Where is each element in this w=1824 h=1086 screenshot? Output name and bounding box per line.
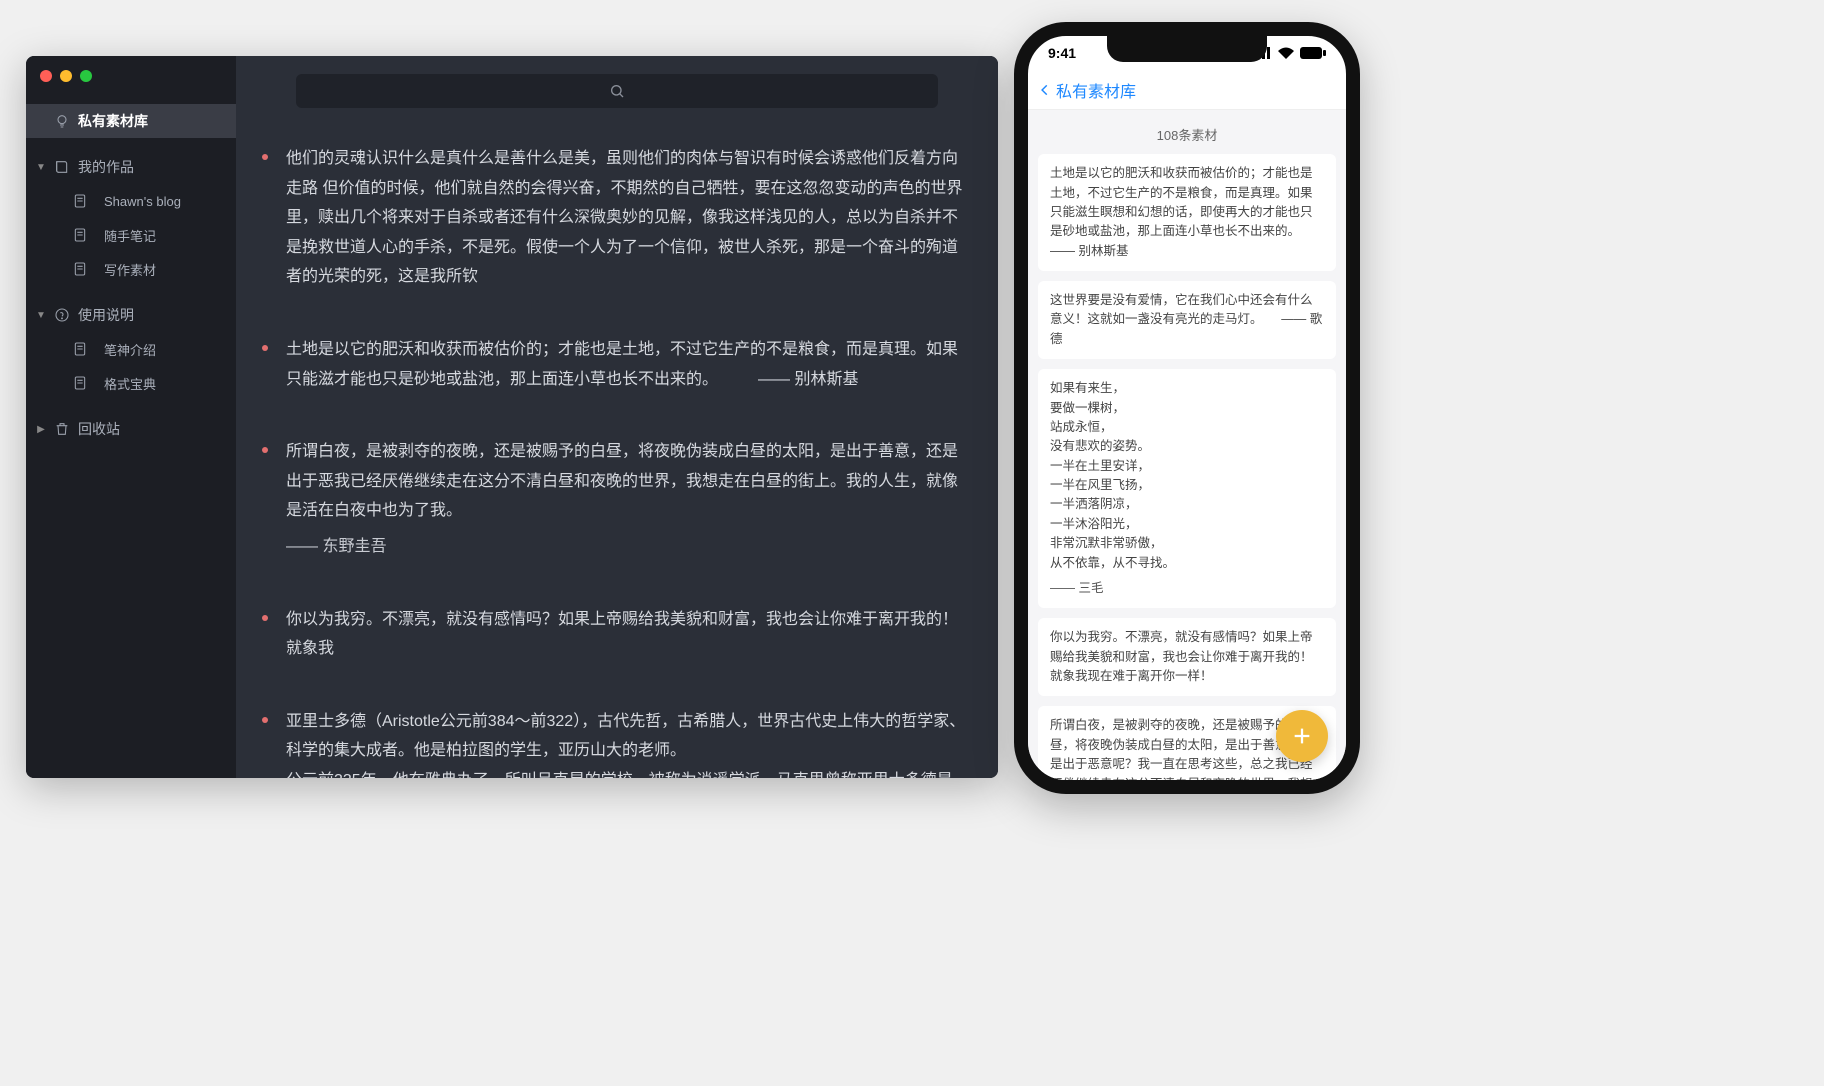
- poem-line: 如果有来生，: [1050, 379, 1324, 398]
- maximize-window-button[interactable]: [80, 70, 92, 82]
- poem-line: 没有悲欢的姿势。: [1050, 437, 1324, 456]
- phone-card-source: —— 三毛: [1050, 579, 1324, 598]
- sidebar: 私有素材库 ▼ 我的作品 Shawn's blog 随手笔记: [26, 56, 236, 778]
- main-content: 他们的灵魂认识什么是真什么是善什么是美，虽则他们的肉体与智识有时候会诱惑他们反着…: [236, 56, 998, 778]
- poem-line: 一半沐浴阳光，: [1050, 515, 1324, 534]
- note-text: 你以为我穷。不漂亮，就没有感情吗？如果上帝赐给我美貌和财富，我也会让你难于离开我…: [286, 605, 968, 664]
- phone-card[interactable]: 你以为我穷。不漂亮，就没有感情吗？如果上帝赐给我美貌和财富，我也会让你难于离开我…: [1038, 618, 1336, 696]
- note-card[interactable]: 他们的灵魂认识什么是真什么是善什么是美，虽则他们的肉体与智识有时候会诱惑他们反着…: [286, 144, 968, 311]
- sidebar-item-material[interactable]: 写作素材: [26, 252, 236, 286]
- poem-line: 要做一棵树，: [1050, 399, 1324, 418]
- phone-card[interactable]: 如果有来生，要做一棵树，站成永恒，没有悲欢的姿势。一半在土里安详，一半在风里飞扬…: [1038, 369, 1336, 608]
- sidebar-item-blog[interactable]: Shawn's blog: [26, 184, 236, 218]
- phone-card[interactable]: 这世界要是没有爱情，它在我们心中还会有什么意义！这就如一盏没有亮光的走马灯。 —…: [1038, 281, 1336, 359]
- note-card[interactable]: 所谓白夜，是被剥夺的夜晚，还是被赐予的白昼，将夜晚伪装成白昼的太阳，是出于善意，…: [286, 437, 968, 580]
- phone-notch: [1107, 36, 1267, 62]
- note-source: —— 东野圭吾: [286, 532, 968, 562]
- status-time: 9:41: [1048, 45, 1076, 61]
- wifi-icon: [1277, 47, 1295, 59]
- poem-line: 从不依靠，从不寻找。: [1050, 554, 1324, 573]
- chevron-down-icon: ▼: [36, 162, 46, 173]
- sidebar-trash-label: 回收站: [78, 419, 120, 439]
- poem-line: 非常沉默非常骄傲，: [1050, 534, 1324, 553]
- sidebar-my-works-label: 我的作品: [78, 157, 134, 177]
- plus-icon: [1291, 725, 1313, 747]
- search-icon: [609, 83, 625, 99]
- document-icon: [72, 341, 88, 357]
- sidebar-section-my-works[interactable]: ▼ 我的作品: [26, 150, 236, 184]
- notes-list: 他们的灵魂认识什么是真什么是善什么是美，虽则他们的肉体与智识有时候会诱惑他们反着…: [236, 126, 998, 778]
- phone-mockup: 9:41 私有素材库 108条素材 土地是以它的肥沃和收获而被估价的；才能也是土…: [1014, 22, 1360, 794]
- document-icon: [72, 193, 88, 209]
- sidebar-item-notes[interactable]: 随手笔记: [26, 218, 236, 252]
- poem-line: 一半在土里安详，: [1050, 457, 1324, 476]
- phone-card[interactable]: 土地是以它的肥沃和收获而被估价的；才能也是土地，不过它生产的不是粮食，而是真理。…: [1038, 154, 1336, 271]
- sidebar-child-label: Shawn's blog: [104, 194, 181, 209]
- note-text: 所谓白夜，是被剥夺的夜晚，还是被赐予的白昼，将夜晚伪装成白昼的太阳，是出于善意，…: [286, 437, 968, 526]
- poem-line: 一半洒落阴凉，: [1050, 495, 1324, 514]
- note-text: 亚里士多德（Aristotle公元前384～前322），古代先哲，古希腊人，世界…: [286, 707, 968, 778]
- phone-card-text: 土地是以它的肥沃和收获而被估价的；才能也是土地，不过它生产的不是粮食，而是真理。…: [1050, 166, 1319, 258]
- note-text: 土地是以它的肥沃和收获而被估价的；才能也是土地，不过它生产的不是粮食，而是真理。…: [286, 335, 968, 394]
- document-icon: [72, 261, 88, 277]
- search-input[interactable]: [296, 74, 938, 108]
- poem-line: 一半在风里飞扬，: [1050, 476, 1324, 495]
- note-card[interactable]: 土地是以它的肥沃和收获而被估价的；才能也是土地，不过它生产的不是粮食，而是真理。…: [286, 335, 968, 413]
- chevron-left-icon: [1038, 83, 1052, 97]
- sidebar-help-label: 使用说明: [78, 305, 134, 325]
- sidebar-section-help[interactable]: ▼ 使用说明: [26, 298, 236, 332]
- chevron-down-icon: ▼: [36, 310, 46, 321]
- note-text: 他们的灵魂认识什么是真什么是善什么是美，虽则他们的肉体与智识有时候会诱惑他们反着…: [286, 144, 968, 292]
- phone-body[interactable]: 108条素材 土地是以它的肥沃和收获而被估价的；才能也是土地，不过它生产的不是粮…: [1028, 110, 1346, 780]
- phone-nav-header[interactable]: 私有素材库: [1028, 70, 1346, 110]
- chevron-right-icon: ▶: [36, 424, 46, 435]
- poem-line: 站成永恒，: [1050, 418, 1324, 437]
- sidebar-section-trash[interactable]: ▶ 回收站: [26, 412, 236, 446]
- window-controls: [40, 70, 92, 82]
- battery-icon: [1300, 47, 1326, 59]
- phone-card-text: 这世界要是没有爱情，它在我们心中还会有什么意义！这就如一盏没有亮光的走马灯。 —…: [1050, 293, 1322, 346]
- sidebar-child-label: 随手笔记: [104, 226, 156, 245]
- lightbulb-icon: [54, 113, 70, 129]
- sidebar-item-intro[interactable]: 笔神介绍: [26, 332, 236, 366]
- desktop-app-window: 私有素材库 ▼ 我的作品 Shawn's blog 随手笔记: [26, 56, 998, 778]
- sidebar-child-label: 格式宝典: [104, 374, 156, 393]
- note-card[interactable]: 你以为我穷。不漂亮，就没有感情吗？如果上帝赐给我美貌和财富，我也会让你难于离开我…: [286, 605, 968, 683]
- material-count: 108条素材: [1038, 126, 1336, 146]
- note-card[interactable]: 亚里士多德（Aristotle公元前384～前322），古代先哲，古希腊人，世界…: [286, 707, 968, 778]
- book-icon: [54, 159, 70, 175]
- search-bar-wrap: [236, 56, 998, 126]
- phone-back-label: 私有素材库: [1056, 78, 1136, 102]
- sidebar-child-label: 写作素材: [104, 260, 156, 279]
- sidebar-selected-label: 私有素材库: [78, 111, 148, 131]
- sidebar-child-label: 笔神介绍: [104, 340, 156, 359]
- close-window-button[interactable]: [40, 70, 52, 82]
- help-icon: [54, 307, 70, 323]
- phone-card-text: 所谓白夜，是被剥夺的夜晚，还是被赐予的白昼，将夜晚伪装成白昼的太阳，是出于善意，…: [1050, 718, 1313, 780]
- phone-card-text: 你以为我穷。不漂亮，就没有感情吗？如果上帝赐给我美貌和财富，我也会让你难于离开我…: [1050, 630, 1313, 683]
- add-button[interactable]: [1276, 710, 1328, 762]
- sidebar-item-format[interactable]: 格式宝典: [26, 366, 236, 400]
- sidebar-item-private-library[interactable]: 私有素材库: [26, 104, 236, 138]
- trash-icon: [54, 421, 70, 437]
- minimize-window-button[interactable]: [60, 70, 72, 82]
- document-icon: [72, 375, 88, 391]
- document-icon: [72, 227, 88, 243]
